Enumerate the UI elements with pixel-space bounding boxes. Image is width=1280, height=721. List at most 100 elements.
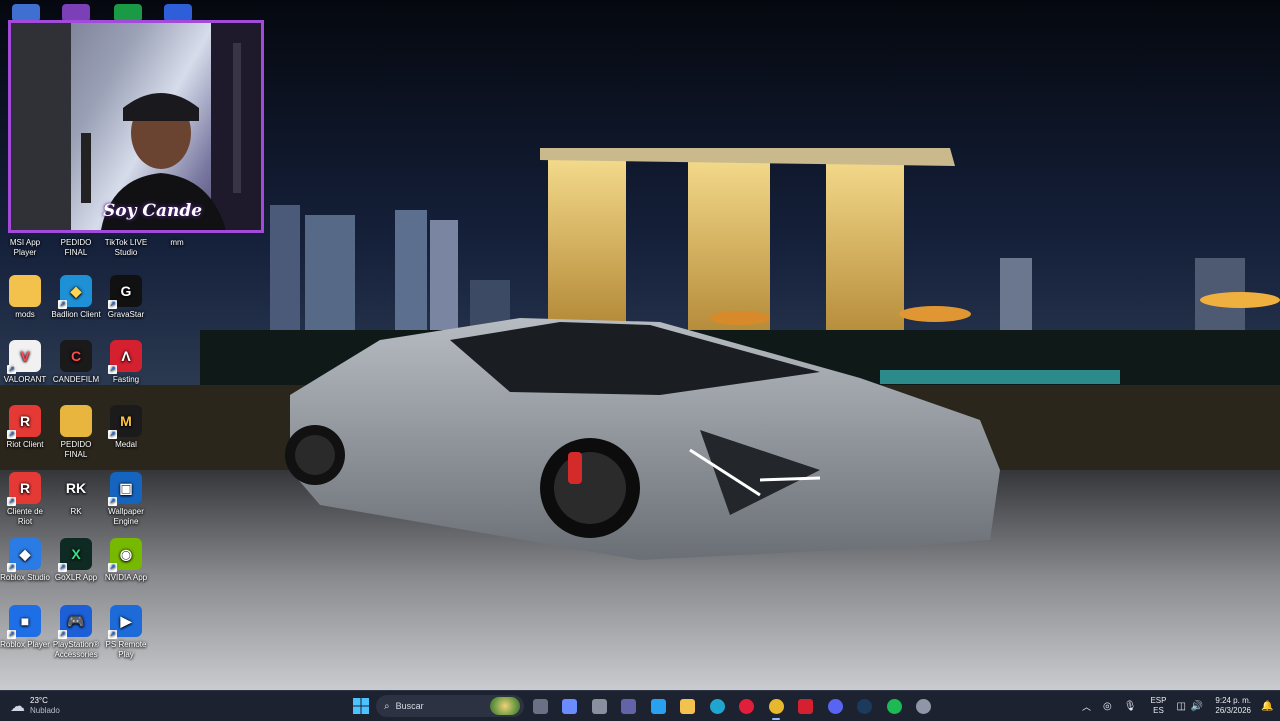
desktop-icon-label: VALORANT [3,375,47,384]
taskbar-app-lambda-button[interactable] [795,695,817,717]
desktop-icon[interactable]: ♪TikTok LIVE Studio [101,238,151,258]
desktop-icon-label: Fasting [112,375,140,384]
app-icon: ▣ ↗ [108,472,142,506]
search-highlight-icon [490,697,520,715]
app-icon: Λ ↗ [108,340,142,374]
desktop-icon[interactable]: ▶MSI App Player [0,238,50,258]
taskbar-spotify-button[interactable] [883,695,905,717]
shortcut-arrow-icon: ↗ [58,300,67,309]
desktop-icon[interactable]: mm [152,238,202,248]
desktop-icon[interactable]: X ↗ GoXLR App [51,538,101,583]
desktop-icon[interactable]: 🎮 ↗ PlayStation® Accessories [51,605,101,660]
taskbar-steam-button[interactable] [854,695,876,717]
desktop-icon-label: MSI App Player [9,238,41,257]
shortcut-arrow-icon: ↗ [108,300,117,309]
cloud-icon: ☁ [10,698,25,715]
app-icon: R ↗ [7,472,41,506]
app-a-icon [591,698,607,714]
app-icon: G ↗ [108,275,142,309]
wifi-icon[interactable]: ◫ [1176,701,1185,712]
desktop-icon-label: Cliente de Riot [6,507,44,526]
edge-icon [709,698,725,714]
desktop-icon[interactable]: ■ ↗ Roblox Player [0,605,50,650]
desktop-icon[interactable]: ◆ ↗ Roblox Studio [0,538,50,583]
taskbar-edge-button[interactable] [706,695,728,717]
chevron-up-icon[interactable]: ︿ [1082,700,1091,713]
desktop-icon[interactable]: G ↗ GravaStar [101,275,151,320]
shortcut-arrow-icon: ↗ [7,430,16,439]
app-icon: 🎮 ↗ [58,605,92,639]
streamer-video-frame [11,23,261,230]
streamer-logo: Soy Cande [103,201,203,221]
language-indicator[interactable]: ESP ES [1150,696,1166,716]
weather-condition: Nublado [30,706,60,715]
taskbar-settings-button[interactable] [913,695,935,717]
steam-icon [857,698,872,714]
taskbar-app-a-button[interactable] [588,695,610,717]
app-icon: RK [65,480,87,496]
taskbar-chrome-button[interactable] [765,695,787,720]
network-tray-icon[interactable]: ◎ [1103,701,1112,712]
app-icon: R ↗ [7,405,41,439]
desktop-icon[interactable]: ◆ ↗ Badlion Client [51,275,101,320]
desktop-icon[interactable]: ▣ ↗ Wallpaper Engine [101,472,151,527]
taskbar-teams-button[interactable] [618,695,640,717]
shortcut-arrow-icon: ↗ [108,365,117,374]
file-explorer-small-icon [532,698,548,714]
desktop-icon-label: Wallpaper Engine [108,507,144,526]
volume-icon[interactable]: 🔊 [1191,701,1203,712]
desktop-icon[interactable]: PEDIDO FINAL [51,238,101,258]
opera-icon [739,698,754,714]
desktop-icon[interactable]: Λ ↗ Fasting [101,340,151,385]
app-icon: ◆ ↗ [7,538,41,572]
desktop-icon[interactable]: mods [0,275,50,320]
app-icon: ▶ ↗ [108,605,142,639]
clock-time: 9:24 p. m. [1215,696,1251,705]
taskbar-file-explorer-button[interactable] [677,695,699,717]
search-icon: ⌕ [384,700,390,712]
taskbar-opera-button[interactable] [736,695,758,717]
desktop-icon[interactable]: RK RK [51,472,101,517]
system-tray: ︿ ◎ 🎙 ESP ES ◫ 🔊 9:24 p. m. 26/3/2026 🔔 [1082,691,1273,721]
shortcut-arrow-icon: ↗ [108,563,117,572]
desktop-icon[interactable]: R ↗ Cliente de Riot [0,472,50,527]
desktop-icon-label: Riot Client [6,440,44,449]
desktop-icon[interactable]: V ↗ VALORANT [0,340,50,385]
app-icon [60,405,92,437]
weather-widget[interactable]: ☁ 23°C Nublado [10,696,60,716]
clock[interactable]: 9:24 p. m. 26/3/2026 [1215,696,1251,716]
taskbar-discord-button[interactable] [824,695,846,717]
notification-bell-icon[interactable]: 🔔 [1261,701,1273,712]
desktop-icon-label: PS Remote Play [105,640,147,659]
windows-icon [353,698,369,714]
desktop-icon[interactable]: M ↗ Medal [101,405,151,450]
shortcut-arrow-icon: ↗ [108,430,117,439]
desktop-icon[interactable]: PEDIDO FINAL [51,405,101,460]
microphone-icon[interactable]: 🎙 [1124,701,1137,712]
app-icon: ◆ ↗ [58,275,92,309]
app-icon: C [60,340,92,372]
search-placeholder: Buscar [395,701,424,711]
shortcut-arrow-icon: ↗ [7,563,16,572]
desktop-icon[interactable]: ◉ ↗ NVIDIA App [101,538,151,583]
desktop-icon[interactable]: R ↗ Riot Client [0,405,50,450]
taskbar-copilot-button[interactable] [559,695,581,717]
start-button[interactable] [350,695,372,717]
taskbar-file-explorer-small-button[interactable] [529,695,551,717]
app-icon: V ↗ [7,340,41,374]
desktop-icon-label: PEDIDO FINAL [60,440,92,459]
taskbar-search[interactable]: ⌕ Buscar [376,695,524,717]
desktop-icon-label: mods [15,310,35,319]
shortcut-arrow-icon: ↗ [7,497,16,506]
desktop-icon[interactable]: C CANDEFILM [51,340,101,385]
desktop-icon[interactable]: ▶ ↗ PS Remote Play [101,605,151,660]
app-icon: ■ ↗ [7,605,41,639]
desktop-icon-label: Badlion Client [51,310,101,319]
desktop-icon-label: PEDIDO FINAL [60,238,92,257]
taskbar-store-button[interactable] [647,695,669,717]
store-icon [650,698,666,714]
shortcut-arrow-icon: ↗ [7,630,16,639]
shortcut-arrow-icon: ↗ [58,563,67,572]
chrome-icon [768,698,784,714]
shortcut-arrow-icon: ↗ [108,630,117,639]
